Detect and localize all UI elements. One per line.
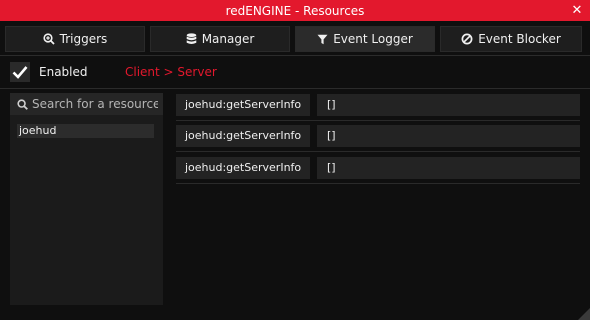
resource-list-panel: joehud: [10, 93, 163, 305]
filter-icon: [317, 34, 328, 45]
divider: [0, 88, 590, 89]
resource-item-joehud[interactable]: joehud: [17, 124, 154, 138]
search-box: [10, 93, 163, 115]
window-title: redENGINE - Resources: [225, 3, 365, 18]
row-divider: [176, 183, 580, 184]
tab-triggers-label: Triggers: [59, 32, 108, 46]
search-input[interactable]: [32, 97, 158, 111]
tab-manager[interactable]: Manager: [150, 26, 290, 52]
enabled-label: Enabled: [39, 65, 88, 79]
divider: [0, 55, 590, 56]
title-bar: redENGINE - Resources ✕: [0, 0, 590, 21]
close-icon[interactable]: ✕: [570, 3, 584, 18]
event-name-field: joehud:getServerInfo: [176, 125, 310, 147]
event-args-field: []: [317, 157, 580, 179]
event-args-field: []: [317, 94, 580, 116]
tab-triggers[interactable]: Triggers: [5, 26, 145, 52]
ban-icon: [461, 33, 473, 45]
tab-manager-label: Manager: [201, 32, 255, 46]
enabled-checkbox[interactable]: [10, 62, 30, 82]
tab-event-logger-label: Event Logger: [333, 32, 413, 46]
row-divider: [176, 120, 580, 121]
event-args-field: []: [317, 125, 580, 147]
checkmark-icon: [12, 66, 28, 79]
database-icon: [186, 33, 197, 45]
event-name-field: joehud:getServerInfo: [176, 94, 310, 116]
search-icon: [17, 95, 28, 114]
enabled-toggle: Enabled: [10, 60, 88, 84]
resize-grip-icon[interactable]: [578, 308, 590, 320]
direction-label: Client > Server: [125, 65, 217, 79]
event-name-field: joehud:getServerInfo: [176, 157, 310, 179]
tab-event-blocker[interactable]: Event Blocker: [440, 26, 582, 52]
tab-event-logger[interactable]: Event Logger: [295, 26, 435, 52]
row-divider: [176, 151, 580, 152]
tab-event-blocker-label: Event Blocker: [478, 32, 561, 46]
search-plus-icon: [43, 33, 55, 45]
tab-bar: Triggers Manager Event Logger Event Bloc…: [0, 26, 590, 52]
